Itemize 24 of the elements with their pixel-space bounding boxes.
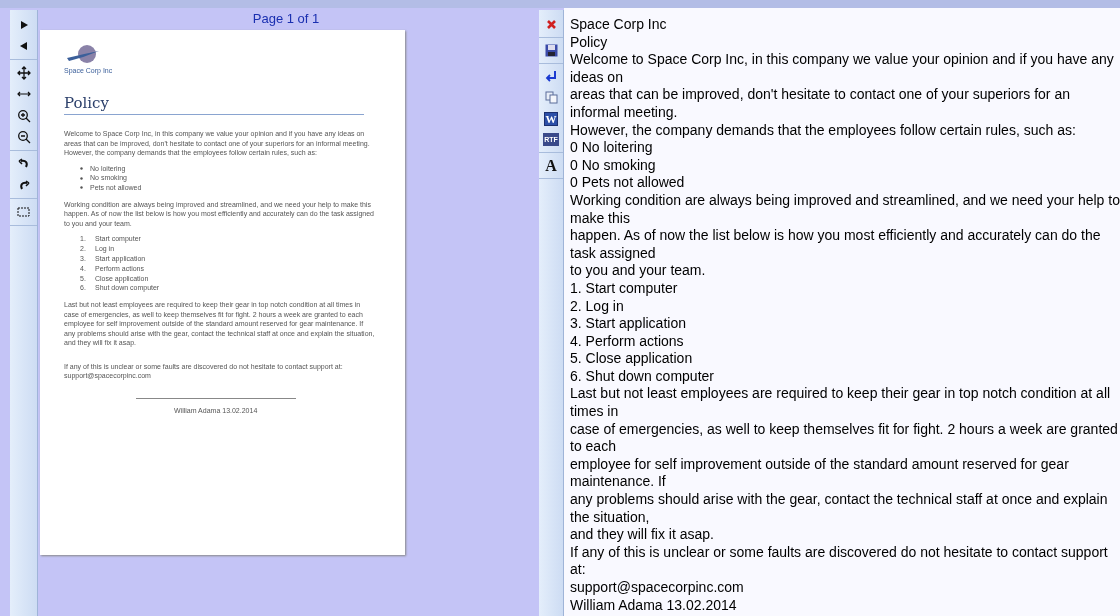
text-line: 0 Pets not allowed [570, 174, 685, 192]
bullet-icon [80, 176, 83, 180]
text-line: 2. Log in [570, 297, 624, 316]
text-line: support@spacecorpinc.com [570, 579, 744, 597]
document-heading: Policy [64, 94, 364, 115]
text-line: However, the company demands that the employees follow certain rules, such as: [570, 121, 1076, 140]
text-line: Space Corp Inc [570, 16, 667, 34]
text-line: 3. Start application [570, 315, 686, 333]
text-line: Policy [570, 33, 608, 52]
bullet-icon [80, 166, 83, 170]
text-line: areas that can be improved, don't hesitate to contact one of your superiors for an informal meeting. [570, 86, 1071, 122]
text-line: 1. Start computer [570, 279, 678, 298]
text-line: 5. Close application [570, 350, 693, 368]
bullet-icon [80, 186, 83, 190]
text-line: 0 No loitering [570, 139, 653, 157]
text-line: If any of this is unclear or some faults are discovered do not hesitate to contact support at: [570, 543, 1109, 579]
text-line: 0 No smoking [570, 156, 656, 175]
text-line: 6. Shut down computer [570, 367, 714, 386]
text-line: to you and your team. [570, 262, 706, 280]
text-line: William Adama 13.02.2014 [570, 596, 737, 615]
planet-logo-icon [65, 44, 101, 66]
text-line: 4. Perform actions [570, 332, 684, 351]
page-label: Page 1 of 1 [252, 11, 320, 27]
text-line: and they will fix it asap. [570, 526, 714, 544]
